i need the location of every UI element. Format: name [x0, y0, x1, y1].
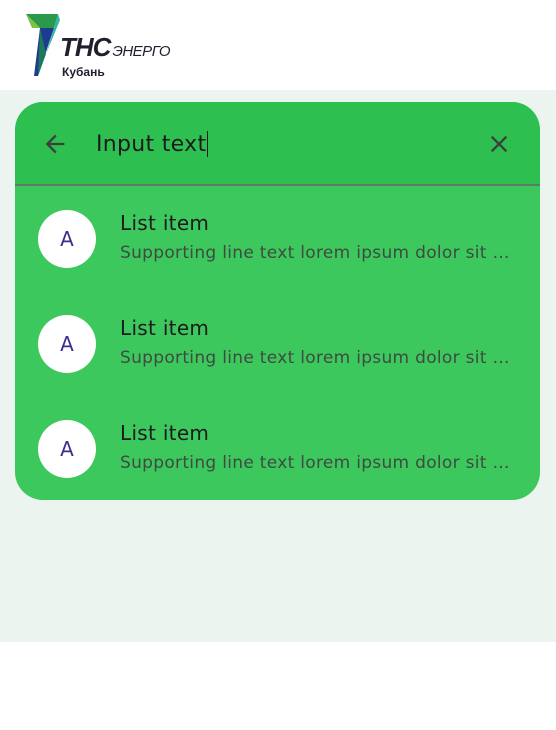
back-button[interactable] [37, 126, 73, 162]
logo-suffix: ЭНЕРГО [112, 43, 171, 60]
list-item-supporting-text: Supporting line text lorem ipsum dolor s… [120, 243, 516, 263]
logo-brand: ТНС [60, 32, 111, 62]
list-item-text: List item Supporting line text lorem ips… [120, 315, 520, 371]
list-item-headline: List item [120, 316, 210, 340]
app-header: ТНС ЭНЕРГО Кубань [0, 0, 556, 90]
avatar: A [38, 315, 96, 373]
arrow-back-icon [45, 134, 65, 154]
logo-region: Кубань [62, 65, 105, 79]
footer-area [0, 642, 556, 730]
search-input-value: Input text [96, 131, 207, 157]
text-caret [207, 131, 209, 157]
main-content: Input text A List item Supporting line t… [0, 90, 556, 642]
list-item-headline: List item [120, 211, 210, 235]
list-item-supporting-text: Supporting line text lorem ipsum dolor s… [120, 453, 516, 473]
avatar: A [38, 420, 96, 478]
list-item-text: List item Supporting line text lorem ips… [120, 210, 520, 266]
search-bar: Input text [15, 102, 540, 184]
search-view: Input text A List item Supporting line t… [15, 102, 540, 500]
search-input[interactable]: Input text [96, 128, 476, 160]
tns-energo-logo[interactable]: ТНС ЭНЕРГО Кубань [24, 14, 184, 80]
list-item[interactable]: A List item Supporting line text lorem i… [15, 396, 540, 500]
list-item-supporting-text: Supporting line text lorem ipsum dolor s… [120, 348, 516, 368]
close-icon [490, 135, 508, 153]
clear-search-button[interactable] [481, 126, 517, 162]
list-item[interactable]: A List item Supporting line text lorem i… [15, 186, 540, 291]
search-results-list: A List item Supporting line text lorem i… [15, 186, 540, 500]
logo-mark-icon [26, 14, 60, 76]
list-item-headline: List item [120, 421, 210, 445]
list-item-text: List item Supporting line text lorem ips… [120, 420, 520, 476]
avatar: A [38, 210, 96, 268]
list-item[interactable]: A List item Supporting line text lorem i… [15, 291, 540, 396]
logo-wordmark: ТНС ЭНЕРГО [60, 32, 171, 63]
